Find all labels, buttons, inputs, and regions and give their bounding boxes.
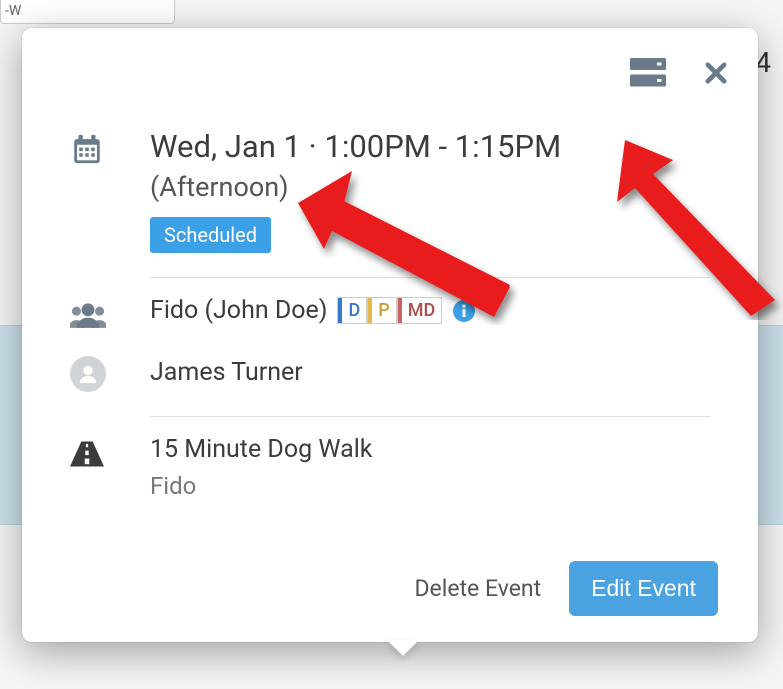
delete-event-button[interactable]: Delete Event [414,575,541,602]
status-badge: Scheduled [150,217,271,253]
calendar-icon [70,151,104,170]
road-icon [70,441,104,471]
background-tab-fragment: -W [0,0,175,24]
tag-d[interactable]: D [337,297,367,324]
service-title: 15 Minute Dog Walk [150,435,710,464]
divider [150,277,710,278]
event-datetime: Wed, Jan 1 · 1:00PM - 1:15PM [150,128,710,165]
staff-row: James Turner [70,352,710,392]
tag-md[interactable]: MD [397,297,443,324]
client-name[interactable]: Fido (John Doe) [150,296,327,325]
event-period: (Afternoon) [150,171,710,203]
edit-event-button[interactable]: Edit Event [569,561,718,616]
service-subject: Fido [150,472,710,500]
users-icon [70,315,106,334]
server-icon[interactable] [630,58,666,88]
service-row: 15 Minute Dog Walk Fido [70,435,710,500]
avatar-icon [70,356,106,392]
tag-p[interactable]: P [367,297,397,324]
client-tags: D P MD [337,297,442,324]
divider [150,416,710,417]
staff-name[interactable]: James Turner [150,358,710,387]
client-row: Fido (John Doe) D P MD [70,296,710,334]
close-icon[interactable] [702,59,730,87]
info-icon[interactable] [452,299,476,323]
datetime-row: Wed, Jan 1 · 1:00PM - 1:15PM (Afternoon)… [70,128,710,253]
event-popover: Wed, Jan 1 · 1:00PM - 1:15PM (Afternoon)… [22,28,758,642]
